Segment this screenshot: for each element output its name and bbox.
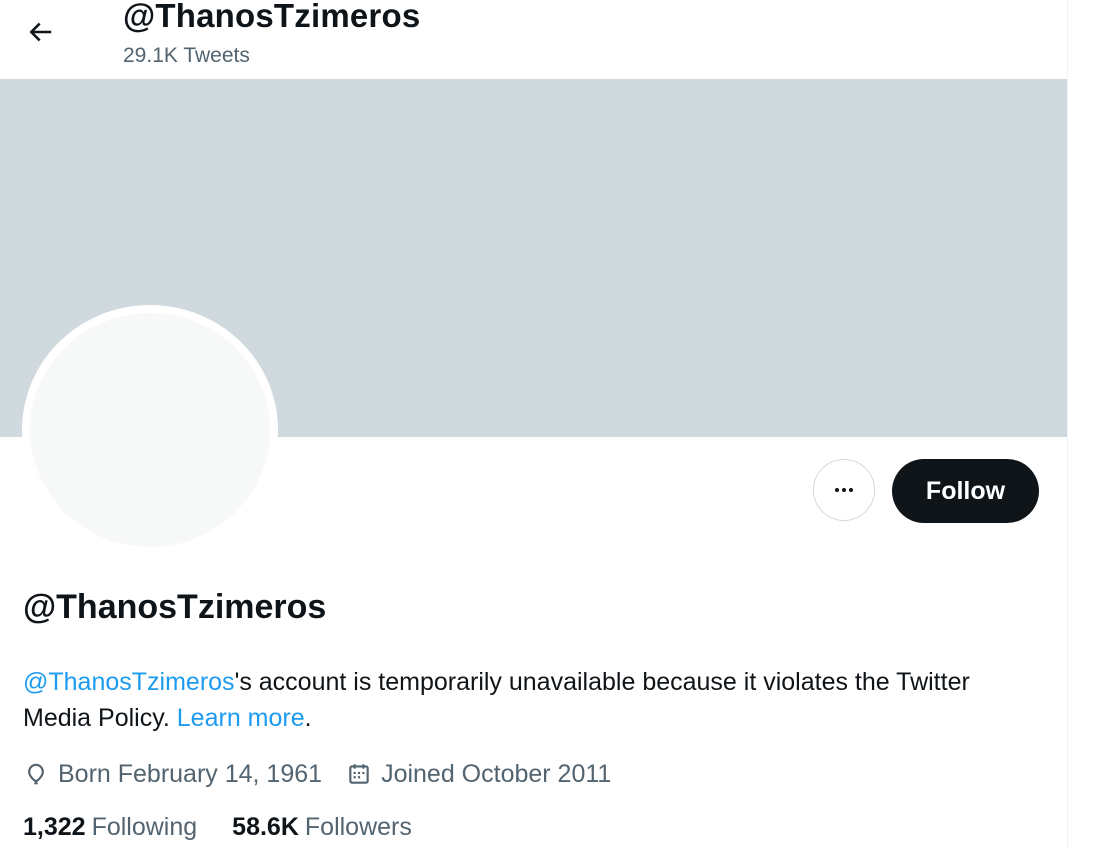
tweet-count: 29.1K Tweets <box>123 44 250 67</box>
followers-count: 58.6K <box>232 813 299 841</box>
bio-mention-link[interactable]: @ThanosTzimeros <box>23 668 235 696</box>
following-label: Following <box>91 813 198 841</box>
header-title: @ThanosTzimeros <box>123 0 421 34</box>
followers-label: Followers <box>304 813 412 841</box>
profile-display-name: @ThanosTzimeros <box>23 588 327 626</box>
followers-link[interactable]: 58.6K Followers <box>232 813 412 842</box>
profile-bio: @ThanosTzimeros's account is temporarily… <box>23 664 1033 736</box>
back-button[interactable] <box>18 12 62 52</box>
born-item: Born February 14, 1961 <box>23 760 322 789</box>
avatar[interactable] <box>22 305 278 555</box>
page: @ThanosTzimeros 29.1K Tweets Follow @Tha… <box>0 0 1100 849</box>
profile-meta: Born February 14, 1961 Joined October 20… <box>23 757 635 791</box>
avatar-placeholder <box>30 313 270 547</box>
profile-header: @ThanosTzimeros 29.1K Tweets <box>0 0 1067 79</box>
balloon-icon <box>28 763 44 785</box>
arrow-left-icon <box>29 22 52 42</box>
profile-stats: 1,322 Following 58.6K Followers <box>23 813 447 842</box>
bio-end: . <box>304 704 312 732</box>
calendar-icon <box>349 764 369 784</box>
born-text: Born February 14, 1961 <box>58 759 323 788</box>
column-divider <box>1067 0 1068 849</box>
more-options-button[interactable] <box>813 459 875 521</box>
more-horizontal-icon <box>835 488 853 492</box>
learn-more-link[interactable]: Learn more <box>177 704 305 732</box>
profile-column: @ThanosTzimeros 29.1K Tweets Follow @Tha… <box>0 0 1067 849</box>
joined-item: Joined October 2011 <box>346 760 611 789</box>
joined-text: Joined October 2011 <box>381 759 612 788</box>
following-count: 1,322 <box>23 813 86 841</box>
following-link[interactable]: 1,322 Following <box>23 813 197 842</box>
follow-button[interactable]: Follow <box>892 459 1039 523</box>
